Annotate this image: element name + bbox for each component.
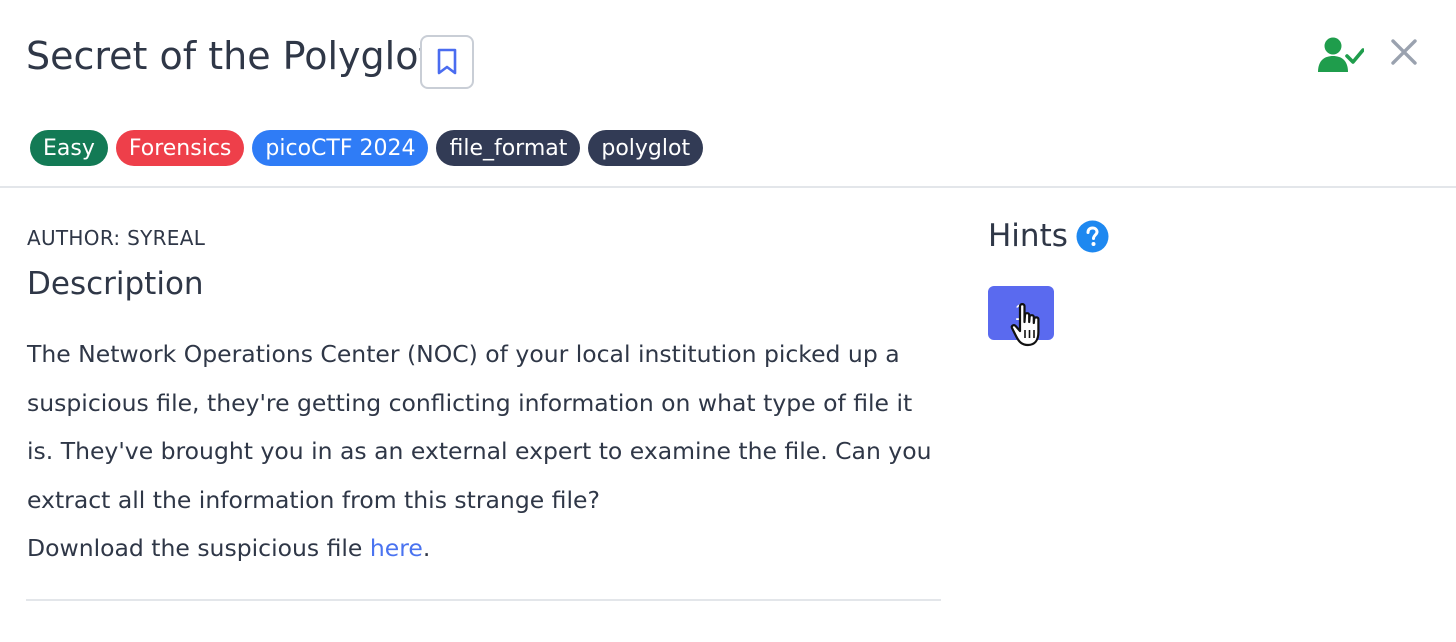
download-line: Download the suspicious file here. bbox=[27, 524, 942, 573]
bookmark-icon bbox=[437, 48, 457, 75]
hand-cursor-icon bbox=[1010, 303, 1040, 347]
tag-list: Easy Forensics picoCTF 2024 file_format … bbox=[30, 130, 704, 166]
challenge-title: Secret of the Polyglot bbox=[26, 34, 434, 78]
modal-header: Secret of the Polyglot Easy Forensics pi… bbox=[0, 0, 1456, 188]
hints-heading: Hints bbox=[988, 218, 1109, 254]
description-text: The Network Operations Center (NOC) of y… bbox=[27, 340, 932, 514]
download-prefix: Download the suspicious file bbox=[27, 534, 370, 562]
download-suffix: . bbox=[422, 534, 431, 562]
tag-topic: file_format bbox=[436, 130, 581, 166]
challenge-modal: Secret of the Polyglot Easy Forensics pi… bbox=[0, 0, 1456, 642]
tag-topic: polyglot bbox=[588, 130, 704, 166]
tag-event: picoCTF 2024 bbox=[252, 130, 429, 166]
close-icon[interactable] bbox=[1388, 36, 1420, 68]
description-heading: Description bbox=[27, 266, 204, 302]
question-circle-icon[interactable] bbox=[1076, 220, 1109, 253]
tag-category: Forensics bbox=[115, 130, 245, 166]
description-body: The Network Operations Center (NOC) of y… bbox=[27, 330, 942, 573]
hints-title: Hints bbox=[988, 218, 1068, 254]
user-check-icon bbox=[1318, 37, 1364, 72]
bookmark-button[interactable] bbox=[420, 35, 474, 89]
divider bbox=[26, 599, 941, 601]
tag-difficulty: Easy bbox=[30, 130, 108, 166]
download-link[interactable]: here bbox=[370, 534, 423, 562]
author-label: AUTHOR: SYREAL bbox=[27, 226, 206, 250]
